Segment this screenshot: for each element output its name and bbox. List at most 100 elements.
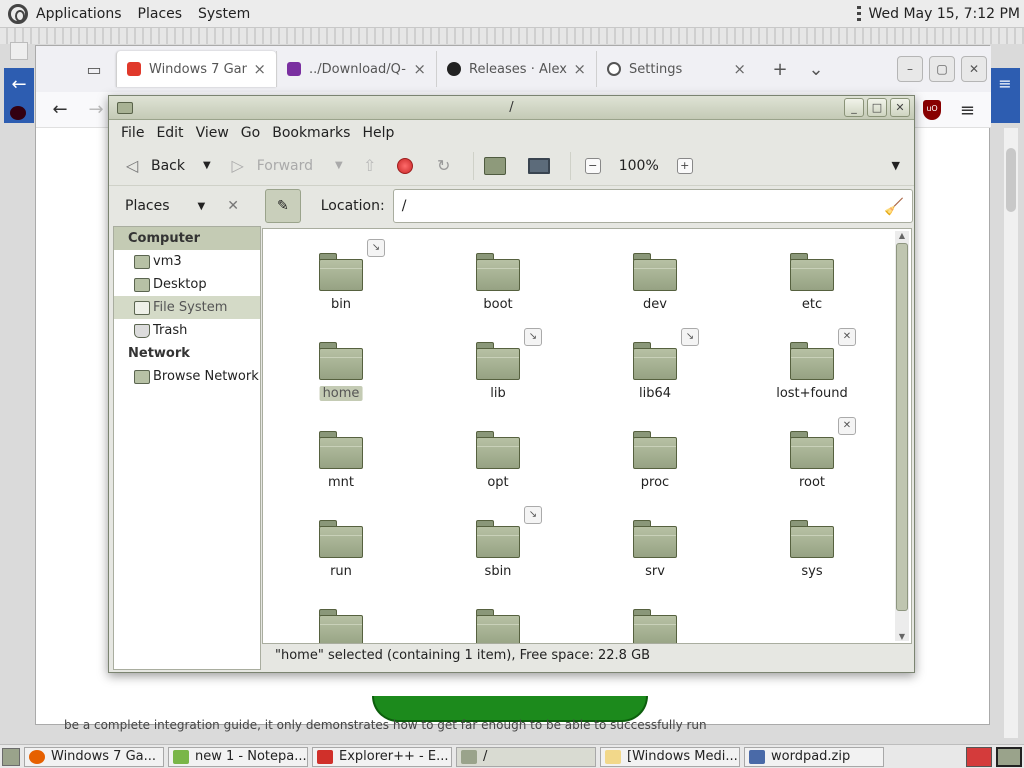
- up-arrow-icon[interactable]: ⇧: [357, 155, 383, 177]
- tab-close-icon[interactable]: ×: [573, 60, 586, 78]
- tab-overview-icon[interactable]: ▭: [72, 46, 116, 92]
- location-input[interactable]: / 🧹: [392, 189, 913, 223]
- menu-bookmarks[interactable]: Bookmarks: [266, 125, 356, 141]
- sidebar-item-browse-network[interactable]: Browse Network: [114, 365, 260, 388]
- folder-item[interactable]: ↘ bin: [271, 231, 411, 312]
- page-scrollbar[interactable]: [1004, 128, 1018, 738]
- folder-item[interactable]: mnt: [271, 409, 411, 490]
- clock-area[interactable]: Wed May 15, 7:12 PM: [856, 5, 1024, 22]
- scroll-thumb[interactable]: [896, 243, 908, 611]
- browser-tab[interactable]: ../Download/Q-D ×: [276, 51, 436, 87]
- clear-location-icon[interactable]: 🧹: [884, 197, 904, 216]
- folder-item[interactable]: srv: [585, 498, 725, 579]
- menu-help[interactable]: Help: [356, 125, 400, 141]
- tray-app-icon[interactable]: [966, 746, 992, 767]
- tab-close-icon[interactable]: ×: [253, 60, 266, 78]
- folder-item[interactable]: ✕ root: [742, 409, 882, 490]
- taskbar-item[interactable]: [Windows Medi...: [600, 746, 740, 767]
- folder-item[interactable]: ✕ lost+found: [742, 320, 882, 401]
- menu-icon[interactable]: ≡: [990, 68, 1020, 123]
- taskbar-item[interactable]: wordpad.zip: [744, 746, 884, 767]
- scroll-up-icon[interactable]: ▲: [897, 231, 907, 240]
- folder-name: proc: [640, 475, 670, 490]
- hamburger-menu-icon[interactable]: ≡: [960, 100, 975, 121]
- taskbar-item[interactable]: Explorer++ - E...: [312, 746, 452, 767]
- folder-item[interactable]: ↘ lib: [428, 320, 568, 401]
- system-menu[interactable]: System: [190, 0, 258, 28]
- back-history-dropdown[interactable]: ▼: [203, 160, 211, 171]
- tab-close-icon[interactable]: ×: [413, 60, 426, 78]
- sidebar-item-trash[interactable]: Trash: [114, 319, 260, 342]
- folder-item[interactable]: ↘ lib64: [585, 320, 725, 401]
- icon-view[interactable]: ↘ bin boot dev etc home ↘ lib ↘ lib64 ✕ lost+found m…: [262, 228, 912, 644]
- no-access-emblem-icon: ✕: [838, 417, 856, 435]
- back-button[interactable]: ◁ Back: [119, 149, 185, 183]
- menu-go[interactable]: Go: [235, 125, 266, 141]
- taskbar-item-label: /: [483, 749, 488, 764]
- zoom-level[interactable]: 100%: [619, 158, 659, 174]
- folder-item[interactable]: ↘ sbin: [428, 498, 568, 579]
- zoom-in-icon[interactable]: +: [676, 157, 693, 174]
- menu-file[interactable]: File: [115, 125, 150, 141]
- minimize-icon[interactable]: _: [844, 98, 864, 117]
- sidebar-item-file-system[interactable]: File System: [114, 296, 260, 319]
- stop-icon[interactable]: [396, 157, 413, 174]
- folder-item[interactable]: proc: [585, 409, 725, 490]
- folder-icon: [461, 749, 477, 764]
- toolbar-overflow-icon[interactable]: ▼: [892, 159, 900, 172]
- fm-titlebar[interactable]: / _ □ ✕: [109, 96, 914, 120]
- taskbar-item[interactable]: /: [456, 746, 596, 767]
- menu-edit[interactable]: Edit: [150, 125, 189, 141]
- applications-menu[interactable]: Applications: [0, 0, 130, 28]
- folder-item[interactable]: etc: [742, 231, 882, 312]
- reload-icon[interactable]: ↻: [431, 155, 457, 177]
- places-menu[interactable]: Places: [130, 0, 191, 28]
- folder-item[interactable]: home: [271, 320, 411, 401]
- sidebar-item-vm3[interactable]: vm3: [114, 250, 260, 273]
- close-icon[interactable]: ✕: [961, 56, 987, 82]
- folder-item[interactable]: sys: [742, 498, 882, 579]
- browser-tab[interactable]: Releases · Alex3 ×: [436, 51, 596, 87]
- browser-tab[interactable]: Settings ×: [596, 51, 756, 87]
- clock[interactable]: Wed May 15, 7:12 PM: [869, 6, 1021, 22]
- sidebar-section-network: Network: [128, 346, 190, 361]
- folder-item[interactable]: [428, 587, 568, 643]
- folder-item[interactable]: [585, 587, 725, 643]
- scroll-thumb[interactable]: [1006, 148, 1016, 212]
- taskbar-item[interactable]: Windows 7 Ga...: [24, 746, 164, 767]
- new-tab-button[interactable]: +: [762, 59, 798, 80]
- minimize-icon[interactable]: –: [897, 56, 923, 82]
- folder-item[interactable]: run: [271, 498, 411, 579]
- home-icon[interactable]: [483, 156, 506, 175]
- sidebar-item-desktop[interactable]: Desktop: [114, 273, 260, 296]
- forward-history-dropdown[interactable]: ▼: [335, 160, 343, 171]
- sidebar-close-icon[interactable]: ✕: [227, 198, 239, 214]
- folder-item[interactable]: boot: [428, 231, 568, 312]
- folder-item[interactable]: dev: [585, 231, 725, 312]
- back-icon[interactable]: ←: [42, 99, 78, 120]
- icon-view-scrollbar[interactable]: ▲ ▼: [895, 231, 909, 641]
- scroll-down-icon[interactable]: ▼: [897, 632, 907, 641]
- taskbar-item-label: wordpad.zip: [771, 749, 851, 764]
- folder-item[interactable]: [271, 587, 411, 643]
- maximize-icon[interactable]: □: [867, 98, 887, 117]
- forward-button[interactable]: ▷ Forward: [225, 149, 313, 183]
- taskbar-item[interactable]: new 1 - Notepa...: [168, 746, 308, 767]
- gear-icon: [607, 62, 621, 76]
- workspace-switcher-icon[interactable]: [996, 746, 1022, 767]
- folder-item[interactable]: opt: [428, 409, 568, 490]
- sidebar-mode-dropdown-icon[interactable]: ▼: [198, 201, 206, 212]
- computer-icon[interactable]: [527, 157, 550, 174]
- tab-list-button[interactable]: ⌄: [798, 59, 834, 80]
- maximize-icon[interactable]: ▢: [929, 56, 955, 82]
- browser-tab[interactable]: Windows 7 Game ×: [116, 51, 276, 87]
- ublock-icon[interactable]: uO: [923, 100, 941, 120]
- taskbar-item-label: Explorer++ - E...: [339, 749, 449, 764]
- zoom-out-icon[interactable]: −: [584, 157, 601, 174]
- edit-location-toggle-icon[interactable]: ✎: [265, 189, 301, 223]
- show-desktop-icon[interactable]: [2, 747, 20, 766]
- close-icon[interactable]: ✕: [890, 98, 910, 117]
- menu-view[interactable]: View: [190, 125, 235, 141]
- tab-close-icon[interactable]: ×: [733, 60, 746, 78]
- sidebar-mode-select[interactable]: Places: [125, 198, 170, 214]
